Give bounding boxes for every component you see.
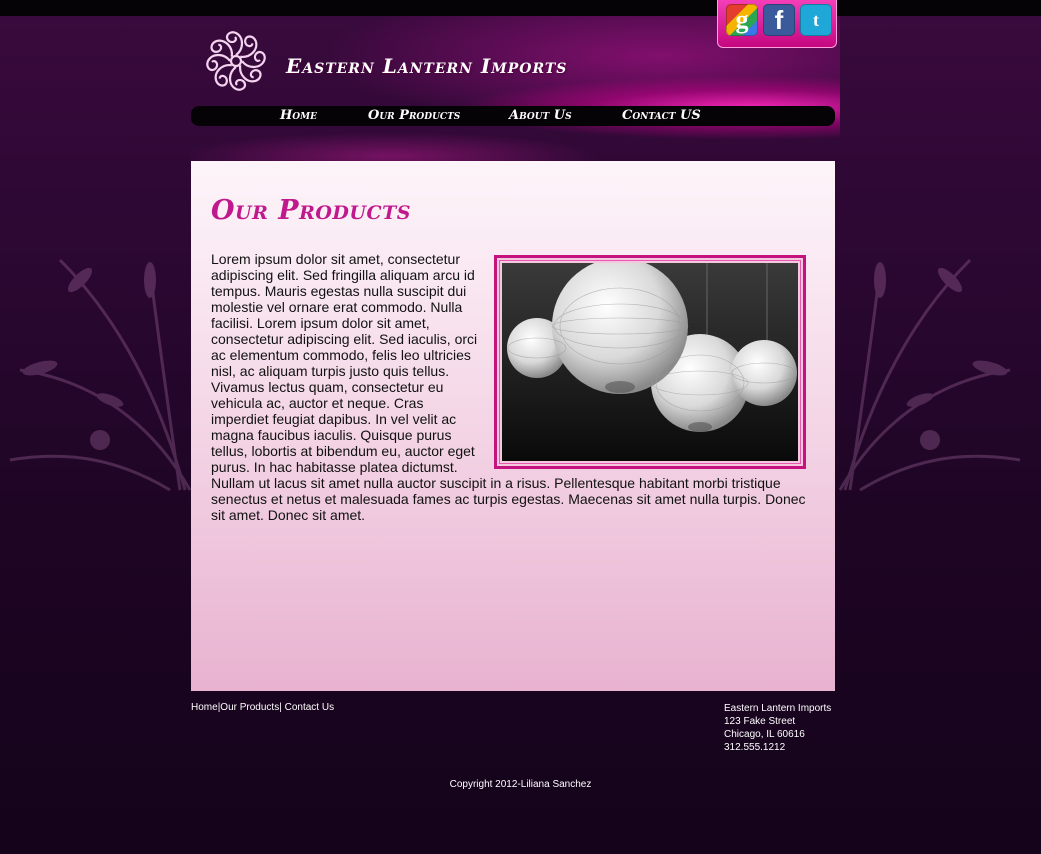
nav-contact-us[interactable]: Contact US bbox=[622, 108, 701, 123]
phone-number: 312.555.1212 bbox=[724, 742, 786, 753]
social-bar: g f t bbox=[717, 0, 837, 48]
company-name: Eastern Lantern Imports bbox=[724, 703, 832, 714]
copyright: Copyright 2012-Liliana Sanchez bbox=[449, 779, 592, 790]
lantern-logo-icon bbox=[206, 31, 266, 91]
footer-link-home[interactable]: Home bbox=[191, 702, 218, 713]
twitter-icon[interactable]: t bbox=[800, 4, 832, 36]
page-title: Our Products bbox=[211, 195, 411, 226]
footer-link-contact-us[interactable]: Contact Us bbox=[282, 702, 334, 713]
top-bar bbox=[0, 0, 1041, 16]
footer-address: Eastern Lantern Imports 123 Fake Street … bbox=[724, 702, 831, 754]
city-state-zip: Chicago, IL 60616 bbox=[724, 729, 805, 740]
street-address: 123 Fake Street bbox=[724, 716, 796, 727]
nav-home[interactable]: Home bbox=[280, 108, 317, 123]
main-nav: Home Our Products About Us Contact US bbox=[191, 106, 835, 126]
nav-about-us[interactable]: About Us bbox=[509, 108, 572, 123]
main-content: Our Products Lorem ipsum dolor sit amet,… bbox=[191, 161, 835, 691]
nav-our-products[interactable]: Our Products bbox=[368, 108, 460, 123]
product-photo-frame bbox=[494, 255, 806, 469]
facebook-icon[interactable]: f bbox=[763, 4, 795, 36]
footer-links: Home|Our Products| Contact Us bbox=[191, 702, 334, 713]
footer-link-our-products[interactable]: Our Products bbox=[220, 702, 279, 713]
content-text-block: Lorem ipsum dolor sit amet, consectetur … bbox=[211, 251, 811, 523]
floral-decoration-right bbox=[838, 258, 1021, 492]
site-title[interactable]: Eastern Lantern Imports bbox=[286, 54, 567, 78]
google-icon[interactable]: g bbox=[726, 4, 758, 36]
floral-decoration-left bbox=[9, 258, 192, 492]
paper-lanterns-photo bbox=[502, 263, 798, 461]
